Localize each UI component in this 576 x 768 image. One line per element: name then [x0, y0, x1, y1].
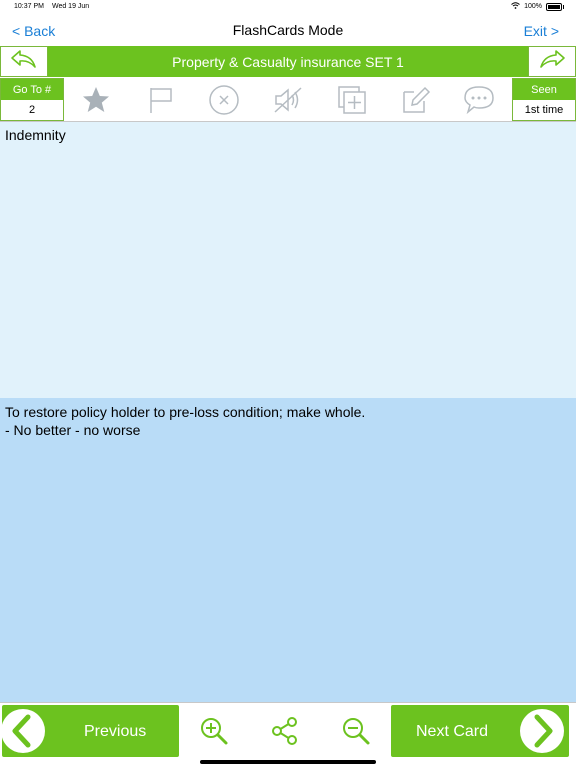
battery-icon	[546, 2, 564, 11]
set-title: Property & Casualty insurance SET 1	[48, 46, 528, 77]
next-card-label: Next Card	[416, 723, 489, 740]
goto-value[interactable]: 2	[1, 100, 63, 120]
card-question-area[interactable]: Indemnity	[0, 122, 576, 398]
goto-box[interactable]: Go To # 2	[0, 78, 64, 121]
redo-button[interactable]	[528, 46, 576, 77]
exit-button[interactable]: Exit >	[524, 23, 559, 39]
undo-button[interactable]	[0, 46, 48, 77]
seen-value: 1st time	[524, 104, 564, 116]
chevron-left-icon	[0, 707, 48, 760]
edit-icon[interactable]	[399, 83, 433, 117]
zoom-in-icon[interactable]	[197, 714, 231, 748]
flag-icon[interactable]	[143, 83, 177, 117]
card-answer: To restore policy holder to pre-loss con…	[5, 404, 366, 438]
previous-button[interactable]: Previous	[0, 705, 179, 760]
status-bar: 10:37 PM Wed 19 Jun 100%	[0, 0, 576, 14]
seen-box: Seen 1st time	[512, 78, 576, 121]
status-time: 10:37 PM	[14, 3, 44, 10]
bottom-bar: Previous Next Card	[0, 702, 576, 759]
home-indicator[interactable]	[200, 760, 376, 764]
page-title: FlashCards Mode	[232, 22, 344, 38]
reply-arrow-icon	[10, 48, 38, 75]
chevron-right-icon	[517, 707, 567, 760]
share-icon[interactable]	[268, 714, 302, 748]
previous-label: Previous	[84, 723, 147, 740]
seen-label: Seen	[513, 79, 575, 100]
set-title-row: Property & Casualty insurance SET 1	[0, 46, 576, 78]
mute-icon[interactable]	[271, 83, 305, 117]
card-answer-area[interactable]: To restore policy holder to pre-loss con…	[0, 398, 576, 702]
close-circle-icon[interactable]	[207, 83, 241, 117]
toolbar: Go To # 2 Seen 1st time	[0, 78, 576, 122]
comment-icon[interactable]	[463, 83, 497, 117]
forward-arrow-icon	[538, 48, 566, 75]
copy-add-icon[interactable]	[335, 83, 369, 117]
status-date: Wed 19 Jun	[51, 3, 90, 10]
next-card-button[interactable]: Next Card	[391, 705, 569, 757]
card-question: Indemnity	[5, 127, 66, 143]
star-icon[interactable]	[79, 83, 113, 117]
zoom-out-icon[interactable]	[339, 714, 373, 748]
nav-bar: < Back FlashCards Mode Exit >	[0, 14, 576, 47]
battery-percent: 100%	[524, 3, 542, 10]
wifi-icon	[511, 2, 520, 11]
goto-label: Go To #	[1, 79, 63, 100]
